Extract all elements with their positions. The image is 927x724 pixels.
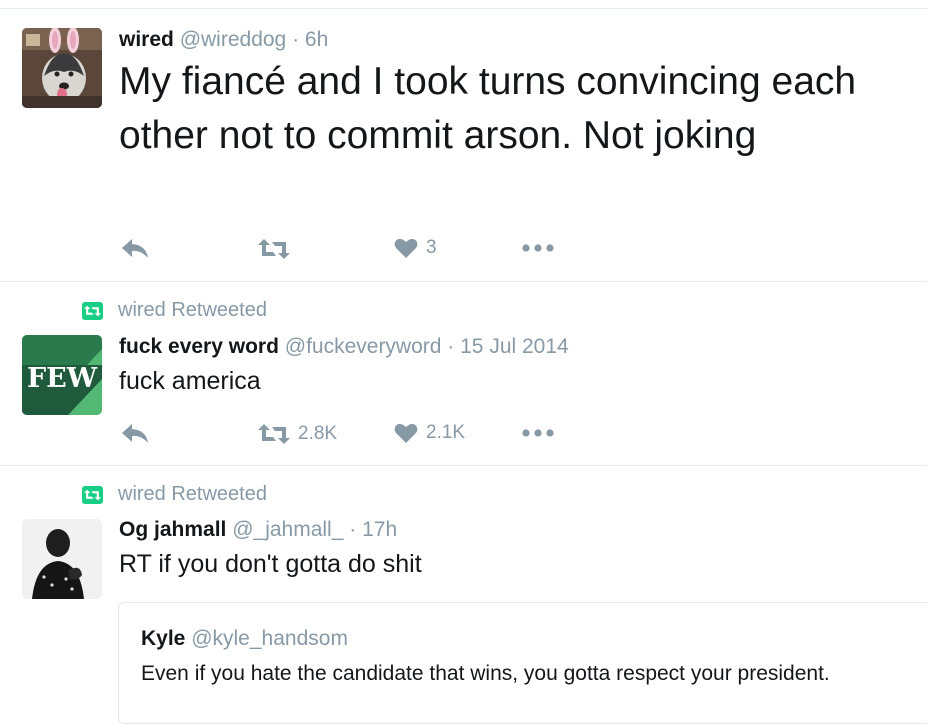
retweeted-icon [82, 302, 103, 320]
like-count: 3 [426, 237, 437, 258]
quoted-display-name: Kyle [141, 627, 186, 650]
reply-icon [122, 424, 148, 443]
few-logo: FEW [22, 335, 102, 415]
retweet-count: 2.8K [298, 423, 338, 444]
quoted-tweet-text: Even if you hate the candidate that wins… [141, 662, 830, 685]
avatar[interactable] [22, 519, 102, 599]
more-icon [522, 429, 554, 437]
tweet-text: fuck america [119, 367, 261, 395]
reply-button[interactable] [121, 237, 149, 259]
person-avatar-icon [22, 519, 102, 599]
retweeted-icon [82, 486, 103, 504]
tweet-header: Og jahmall @_jahmall_ · 17h [119, 518, 397, 542]
handle[interactable]: @wireddog [180, 28, 287, 51]
tweet-header: wired @wireddog · 6h [119, 28, 328, 52]
avatar[interactable]: FEW [22, 335, 102, 415]
more-button[interactable] [522, 429, 554, 437]
handle[interactable]: @_jahmall_ [232, 518, 343, 541]
tweet-divider [0, 281, 927, 282]
display-name[interactable]: fuck every word [119, 335, 279, 358]
reply-icon [122, 239, 148, 258]
retweet-icon [258, 424, 290, 444]
heart-icon [394, 238, 418, 258]
quoted-tweet[interactable]: Kyle @kyle_handsom Even if you hate the … [118, 602, 927, 724]
reply-button[interactable] [121, 422, 149, 444]
quoted-tweet-header: Kyle @kyle_handsom [141, 627, 348, 651]
tweet-header: fuck every word @fuckeveryword · 15 Jul … [119, 335, 569, 359]
timestamp[interactable]: · 15 Jul 2014 [447, 335, 568, 358]
like-button[interactable]: 2.1K [394, 422, 465, 444]
retweet-button[interactable] [258, 238, 290, 260]
display-name[interactable]: wired [119, 28, 174, 51]
tweet-text: RT if you don't gotta do shit [119, 550, 422, 578]
retweet-context-label[interactable]: wired Retweeted [118, 483, 267, 506]
retweet-context-label[interactable]: wired Retweeted [118, 299, 267, 322]
retweet-icon [258, 239, 290, 259]
more-icon [522, 244, 554, 252]
top-divider [0, 8, 927, 9]
like-button[interactable]: 3 [394, 237, 437, 259]
like-count: 2.1K [426, 422, 466, 443]
tweet-divider [0, 465, 927, 466]
timestamp[interactable]: · 17h [349, 518, 397, 541]
handle[interactable]: @fuckeveryword [285, 335, 442, 358]
tweet-text: My fiancé and I took turns convincing ea… [119, 60, 857, 157]
few-logo-text: FEW [27, 363, 98, 394]
heart-icon [394, 423, 418, 443]
retweet-button[interactable]: 2.8K [258, 423, 337, 445]
display-name[interactable]: Og jahmall [119, 518, 226, 541]
husky-avatar-icon [22, 28, 102, 108]
more-button[interactable] [522, 244, 554, 252]
avatar[interactable] [22, 28, 102, 108]
quoted-handle: @kyle_handsom [191, 627, 348, 650]
timestamp[interactable]: · 6h [292, 28, 328, 51]
